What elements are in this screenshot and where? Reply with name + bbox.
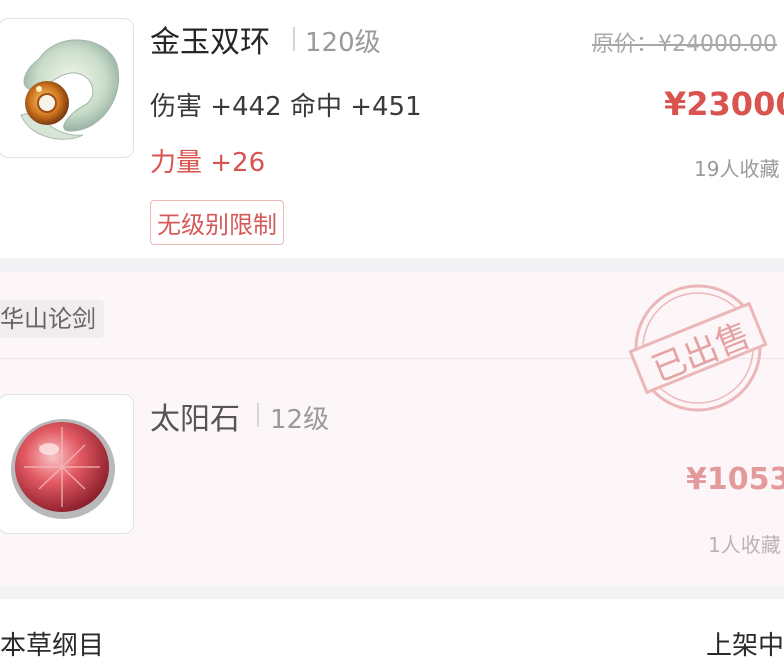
item-name: 金玉双环 (150, 25, 270, 60)
price: ¥1053 (686, 462, 784, 497)
listing-status: 上架中 (705, 631, 784, 661)
sold-stamp: 已出售 (620, 278, 770, 422)
item-name: 本草纲目 (0, 631, 105, 661)
sun-stone-icon (0, 394, 134, 534)
favorites-count: 1人收藏 (708, 533, 781, 557)
item-level: 12级 (270, 405, 330, 435)
item-level: 120级 (305, 28, 381, 58)
listing-card[interactable]: 金玉双环 120级 伤害 +442 命中 +451 力量 +26 无级别限制 原… (0, 0, 784, 258)
jade-ring-icon (0, 18, 134, 158)
divider (257, 403, 259, 427)
favorites-count: 19人收藏 (694, 157, 780, 181)
price: ¥23000 (664, 85, 784, 123)
divider (293, 27, 295, 51)
item-stats: 伤害 +442 命中 +451 (150, 92, 422, 122)
original-price: 原价：¥24000.00 (592, 32, 777, 57)
server-group-label: 华山论剑 (0, 300, 104, 338)
item-bonus-stat: 力量 +26 (150, 148, 266, 178)
item-name: 太阳石 (150, 402, 240, 437)
level-restriction-tag: 无级别限制 (150, 200, 284, 245)
listing-card[interactable] (0, 599, 784, 667)
